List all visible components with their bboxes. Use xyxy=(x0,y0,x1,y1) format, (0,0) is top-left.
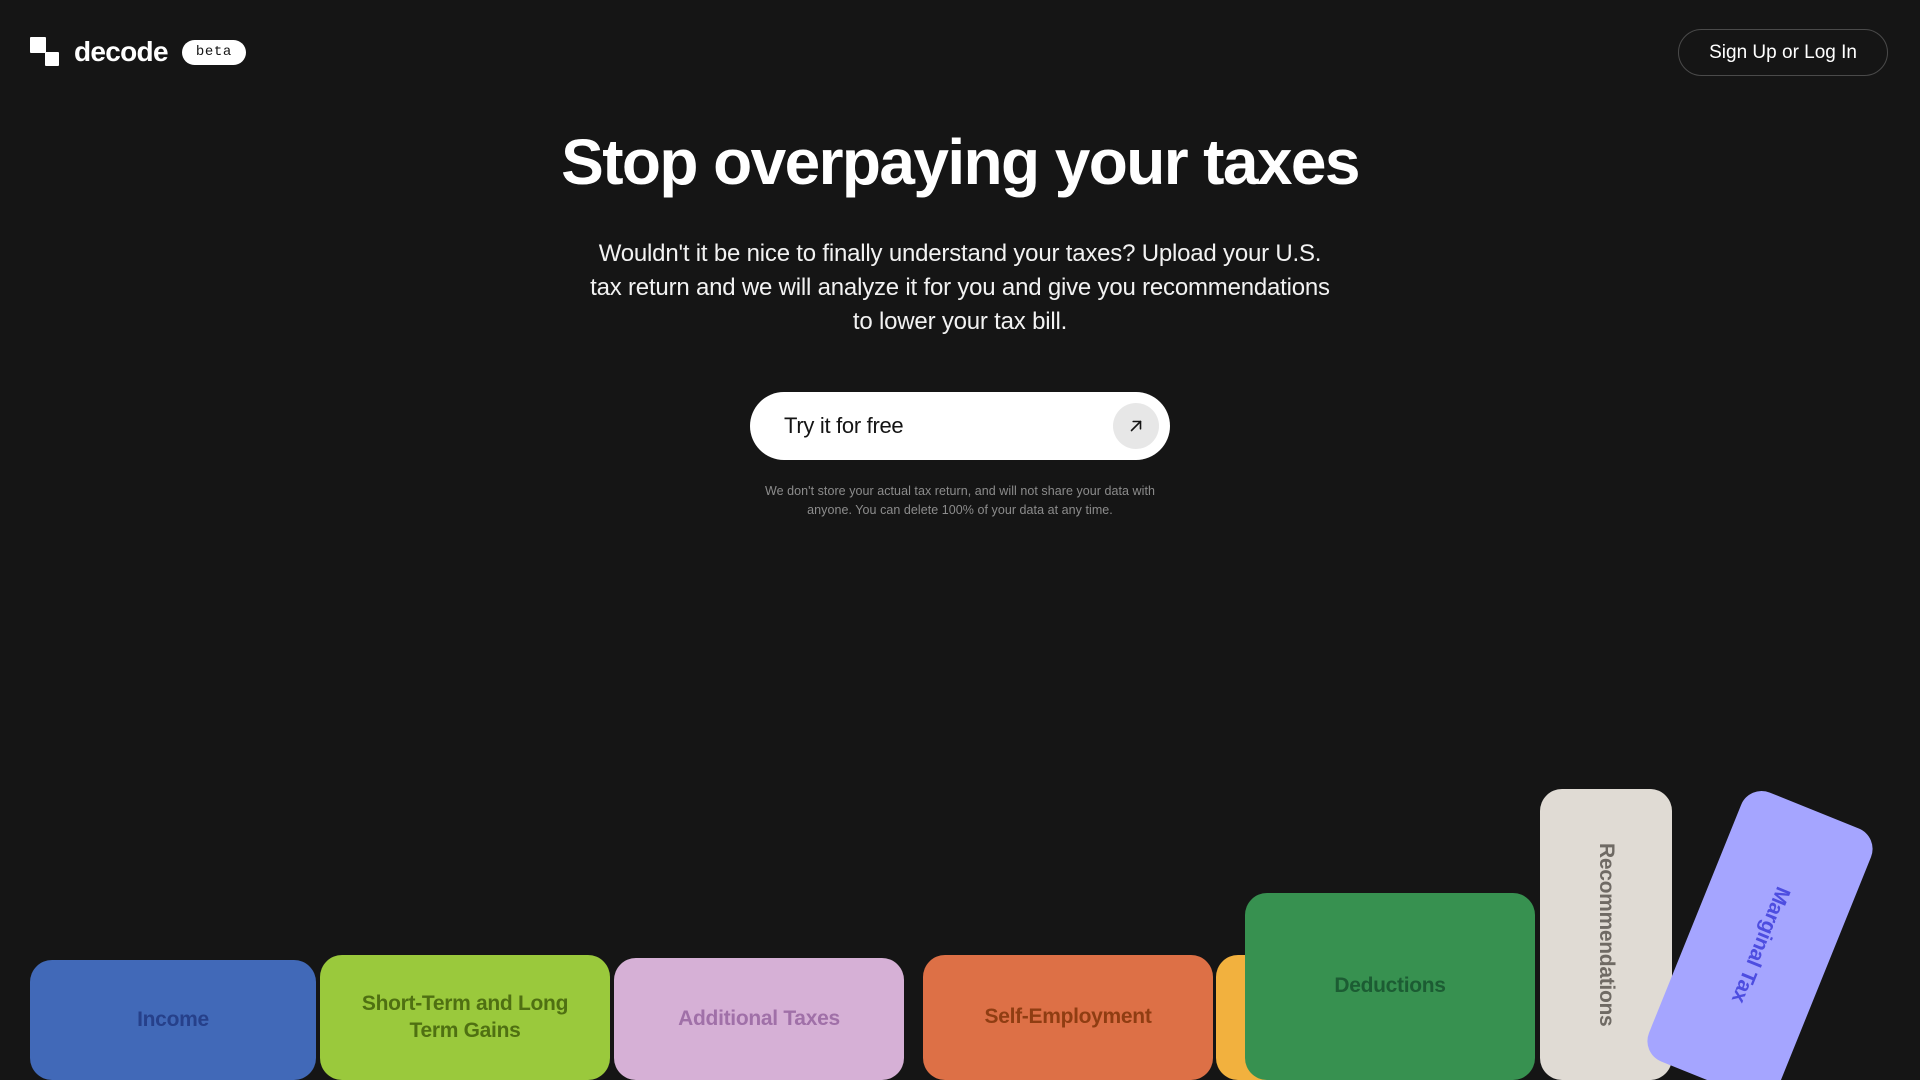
category-card[interactable]: Additional Taxes xyxy=(614,958,904,1080)
category-card[interactable]: Income xyxy=(30,960,316,1080)
arrow-up-right-icon xyxy=(1113,403,1159,449)
landing-page: decode beta Sign Up or Log In Stop overp… xyxy=(0,0,1920,1080)
category-card[interactable]: Short-Term and Long Term Gains xyxy=(320,955,610,1080)
category-card-label: Additional Taxes xyxy=(678,1006,840,1030)
category-card-label: Income xyxy=(137,1007,209,1031)
brand[interactable]: decode beta xyxy=(30,37,246,67)
category-card-label: Self-Employment xyxy=(984,1005,1152,1029)
cta-section: Try it for free We don't store your actu… xyxy=(0,392,1920,521)
category-card-label: Short-Term and Long Term Gains xyxy=(361,992,569,1042)
page-title: Stop overpaying your taxes xyxy=(561,126,1360,198)
category-card-label: Recommendations xyxy=(1595,842,1619,1027)
category-card[interactable]: Marginal Tax xyxy=(1640,784,1880,1080)
brand-name: decode xyxy=(74,36,169,67)
hero-subtitle: Wouldn't it be nice to finally understan… xyxy=(590,240,1330,336)
category-cards: Income Short-Term and Long Term Gains Addi… xyxy=(0,750,1920,1080)
site-header: decode beta Sign Up or Log In xyxy=(0,0,1920,104)
category-card-label: Marginal Tax xyxy=(1726,883,1795,1007)
beta-badge: beta xyxy=(181,39,246,65)
decode-squares-icon xyxy=(30,37,60,67)
hero-section: Stop overpaying your taxes Wouldn't it b… xyxy=(0,126,1920,339)
category-card[interactable]: Deductions xyxy=(1245,893,1535,1080)
sign-up-or-log-in-button[interactable]: Sign Up or Log In xyxy=(1678,28,1888,76)
cta-label: Try it for free xyxy=(784,413,904,438)
try-it-for-free-button[interactable]: Try it for free xyxy=(750,392,1170,460)
privacy-note: We don't store your actual tax return, a… xyxy=(765,484,1155,518)
category-card-label: Deductions xyxy=(1334,974,1446,998)
category-card[interactable]: Self-Employment xyxy=(923,955,1213,1080)
